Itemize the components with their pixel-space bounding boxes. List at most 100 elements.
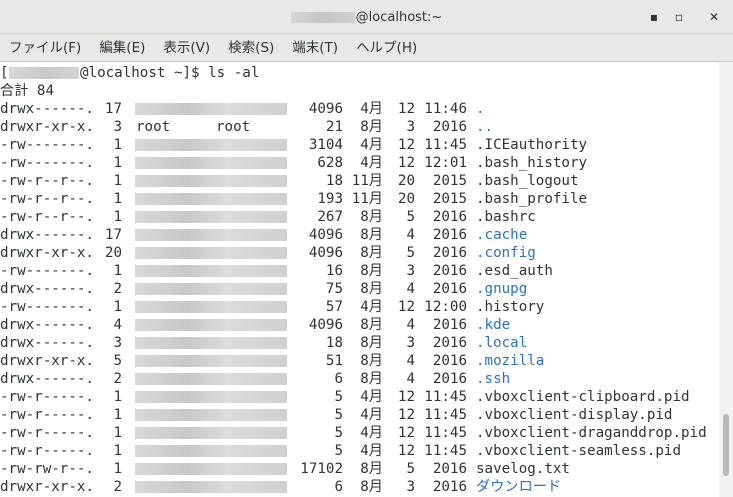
month-text: 8月 <box>360 335 383 351</box>
menu-bar: ファイル(F) 編集(E) 表示(V) 検索(S) 端末(T) ヘルプ(H) <box>0 34 733 62</box>
redacted-owner-group <box>135 139 287 151</box>
listing-row: drwxr-xr-x. 5 51 8月 4 2016 .mozilla <box>0 352 719 370</box>
file-name: .vboxclient-draganddrop.pid <box>476 425 707 441</box>
month-text: 4月 <box>360 155 383 171</box>
month-text: 8月 <box>360 119 383 135</box>
month-text: 8月 <box>360 479 383 495</box>
file-size: 18 <box>325 335 343 351</box>
file-size: 4096 <box>308 245 343 261</box>
file-size: 6 <box>334 371 343 387</box>
close-button[interactable]: ✕ <box>701 4 727 30</box>
close-icon: ✕ <box>708 10 720 24</box>
day-text: 12 <box>397 155 415 171</box>
month-text: 8月 <box>360 227 383 243</box>
month-text: 4月 <box>360 299 383 315</box>
time-text: 2016 <box>432 245 467 261</box>
file-size: 3104 <box>308 137 343 153</box>
window-title: @localhost:~ <box>0 0 733 34</box>
file-name: .ICEauthority <box>476 137 588 153</box>
day-text: 4 <box>406 227 415 243</box>
file-size: 5 <box>334 389 343 405</box>
file-size: 21 <box>325 119 343 135</box>
listing-row: -rw-rw-r--. 1 17102 8月 5 2016 savelog.txt <box>0 460 719 478</box>
file-name: .cache <box>476 227 528 243</box>
minimize-button[interactable]: ▪ <box>641 4 667 30</box>
maximize-button[interactable]: ▫ <box>666 4 692 30</box>
listing-row: -rw-r-----. 1 5 4月 12 11:45 .vboxclient-displa… <box>0 406 719 424</box>
maximize-icon: ▫ <box>674 10 684 24</box>
month-text: 8月 <box>360 371 383 387</box>
terminal-scrollbar[interactable] <box>719 62 733 497</box>
file-name: .bash_history <box>476 155 588 171</box>
redacted-owner-group <box>135 283 287 295</box>
file-name: .gnupg <box>476 281 528 297</box>
redacted-owner-group <box>135 445 287 457</box>
minimize-icon: ▪ <box>649 10 659 24</box>
perm-text: drwx------. <box>0 101 94 117</box>
file-name: .vboxclient-clipboard.pid <box>476 389 690 405</box>
menu-terminal[interactable]: 端末(T) <box>283 34 347 62</box>
file-name: .bash_logout <box>476 173 579 189</box>
listing-row: drwx------. 2 75 8月 4 2016 .gnupg <box>0 280 719 298</box>
menu-help[interactable]: ヘルプ(H) <box>347 34 426 62</box>
month-text: 8月 <box>360 353 383 369</box>
day-text: 12 <box>397 389 415 405</box>
listing-row: drwxr-xr-x. 3 21 8月 3 2016.. root root <box>0 118 719 136</box>
link-count: 20 <box>104 245 122 261</box>
link-count: 1 <box>113 191 122 207</box>
link-count: 1 <box>113 137 122 153</box>
link-count: 17 <box>104 101 122 117</box>
listing-row: drwx------. 17 4096 4月 12 11:46. <box>0 100 719 118</box>
time-text: 2016 <box>432 281 467 297</box>
perm-text: drwx------. <box>0 281 94 297</box>
listing-row: drwx------. 4 4096 8月 4 2016 .kde <box>0 316 719 334</box>
link-count: 5 <box>113 353 122 369</box>
file-name: .bashrc <box>476 209 536 225</box>
terminal-output[interactable]: [ @localhost ~]$ ls -al 合計 84 drwx------… <box>0 62 719 497</box>
listing-row: drwx------. 3 18 8月 3 2016 .local <box>0 334 719 352</box>
menu-view[interactable]: 表示(V) <box>154 34 219 62</box>
time-text: 2016 <box>432 479 467 495</box>
listing-row: -rw-------. 1 628 4月 12 12:01 .bash_history <box>0 154 719 172</box>
month-text: 4月 <box>360 425 383 441</box>
time-text: 2015 <box>432 191 467 207</box>
perm-text: drwxr-xr-x. <box>0 119 94 135</box>
scrollbar-thumb[interactable] <box>723 414 729 476</box>
perm-text: -rw-rw-r--. <box>0 461 94 477</box>
time-text: 11:45 <box>424 137 467 153</box>
time-text: 12:01 <box>424 155 467 171</box>
perm-text: drwx------. <box>0 227 94 243</box>
window-title-text: @localhost:~ <box>355 9 443 25</box>
link-count: 1 <box>113 389 122 405</box>
redacted-owner-group <box>135 157 287 169</box>
month-text: 8月 <box>360 245 383 261</box>
menu-file[interactable]: ファイル(F) <box>0 34 90 62</box>
listing-row: -rw-r-----. 1 5 4月 12 11:45 .vboxclient-dragan… <box>0 424 719 442</box>
time-text: 2016 <box>432 335 467 351</box>
file-size: 4096 <box>308 101 343 117</box>
redacted-owner-group <box>135 427 287 439</box>
redacted-owner-group <box>135 481 287 493</box>
day-text: 12 <box>397 425 415 441</box>
total-text: 合計 84 <box>0 83 54 99</box>
file-size: 267 <box>317 209 343 225</box>
prompt-bracket: [ <box>0 65 9 81</box>
time-text: 2016 <box>432 119 467 135</box>
listing-row: drwx------. 17 4096 8月 4 2016 .cache <box>0 226 719 244</box>
total-line: 合計 84 <box>0 82 54 100</box>
perm-text: -rw-r--r--. <box>0 209 94 225</box>
file-name: .config <box>476 245 536 261</box>
month-text: 8月 <box>360 461 383 477</box>
file-size: 5 <box>334 443 343 459</box>
menu-edit[interactable]: 編集(E) <box>90 34 154 62</box>
day-text: 4 <box>406 281 415 297</box>
redacted-owner-group <box>135 265 287 277</box>
perm-text: -rw-------. <box>0 299 94 315</box>
menu-search[interactable]: 検索(S) <box>219 34 283 62</box>
month-text: 8月 <box>360 317 383 333</box>
file-size: 4096 <box>308 317 343 333</box>
listing-row: -rw-------. 1 3104 4月 12 11:45 .ICEauthority <box>0 136 719 154</box>
file-size: 628 <box>317 155 343 171</box>
link-count: 17 <box>104 227 122 243</box>
redacted-owner-group <box>135 463 287 475</box>
